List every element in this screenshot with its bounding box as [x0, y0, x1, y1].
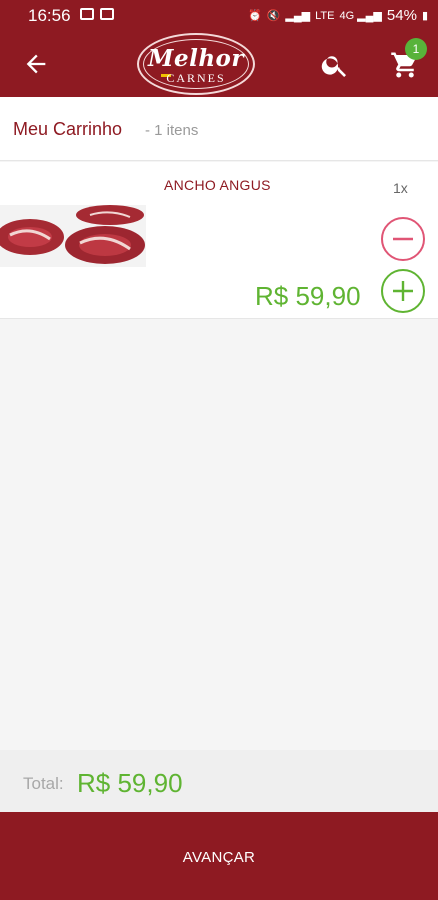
app-header: 16:56 ⏰ 🔇 ▂▄▆ LTE 4G ▂▄▆ 54% ▮ Melhor CA… [0, 0, 438, 97]
cart-count-badge: 1 [405, 38, 427, 60]
status-notification-icons [80, 8, 114, 20]
product-name: ANCHO ANGUS [164, 177, 271, 193]
cart-header: Meu Carrinho - 1 itens [0, 97, 438, 161]
product-quantity: 1x [393, 180, 408, 196]
logo-wordmark: Melhor [147, 45, 244, 72]
product-image [0, 205, 146, 267]
screen-icon [80, 8, 94, 20]
arrow-left-icon [26, 54, 46, 74]
signal-icon: ▂▄▆ [285, 10, 311, 22]
decrease-quantity-button[interactable] [380, 216, 426, 262]
brand-logo: Melhor CARNES [137, 33, 255, 95]
total-label: Total: [23, 774, 64, 793]
battery-level: 54% [386, 7, 417, 24]
gallery-icon [100, 8, 114, 20]
search-icon [321, 56, 346, 77]
plus-circle-icon [381, 269, 425, 313]
alarm-icon: ⏰ [247, 10, 262, 22]
minus-circle-icon [381, 217, 425, 261]
page-title: Meu Carrinho [13, 119, 123, 139]
meat-steak-image [0, 205, 146, 267]
advance-label: AVANÇAR [182, 849, 256, 866]
total-value: R$ 59,90 [77, 768, 183, 798]
signal-4g-icon: 4G ▂▄▆ [339, 10, 382, 22]
product-price: R$ 59,90 [255, 281, 361, 311]
mute-icon: 🔇 [266, 10, 281, 22]
status-bar: 16:56 ⏰ 🔇 ▂▄▆ LTE 4G ▂▄▆ 54% ▮ [0, 0, 438, 30]
search-button[interactable] [320, 50, 350, 80]
lte-icon: LTE [315, 9, 335, 22]
increase-quantity-button[interactable] [380, 268, 426, 314]
logo-subtitle: CARNES [166, 71, 226, 85]
cart-item-count: - 1 itens [145, 122, 199, 139]
battery-icon: ▮ [421, 10, 428, 22]
status-system-icons: ⏰ 🔇 ▂▄▆ LTE 4G ▂▄▆ 54% ▮ [248, 7, 428, 24]
back-button[interactable] [22, 50, 50, 78]
advance-button[interactable]: AVANÇAR [0, 812, 438, 900]
totals-bar: Total: R$ 59,90 [0, 750, 438, 812]
cart-item: ANCHO ANGUS 1x R$ 59,90 [0, 162, 438, 319]
status-time: 16:56 [28, 6, 71, 25]
